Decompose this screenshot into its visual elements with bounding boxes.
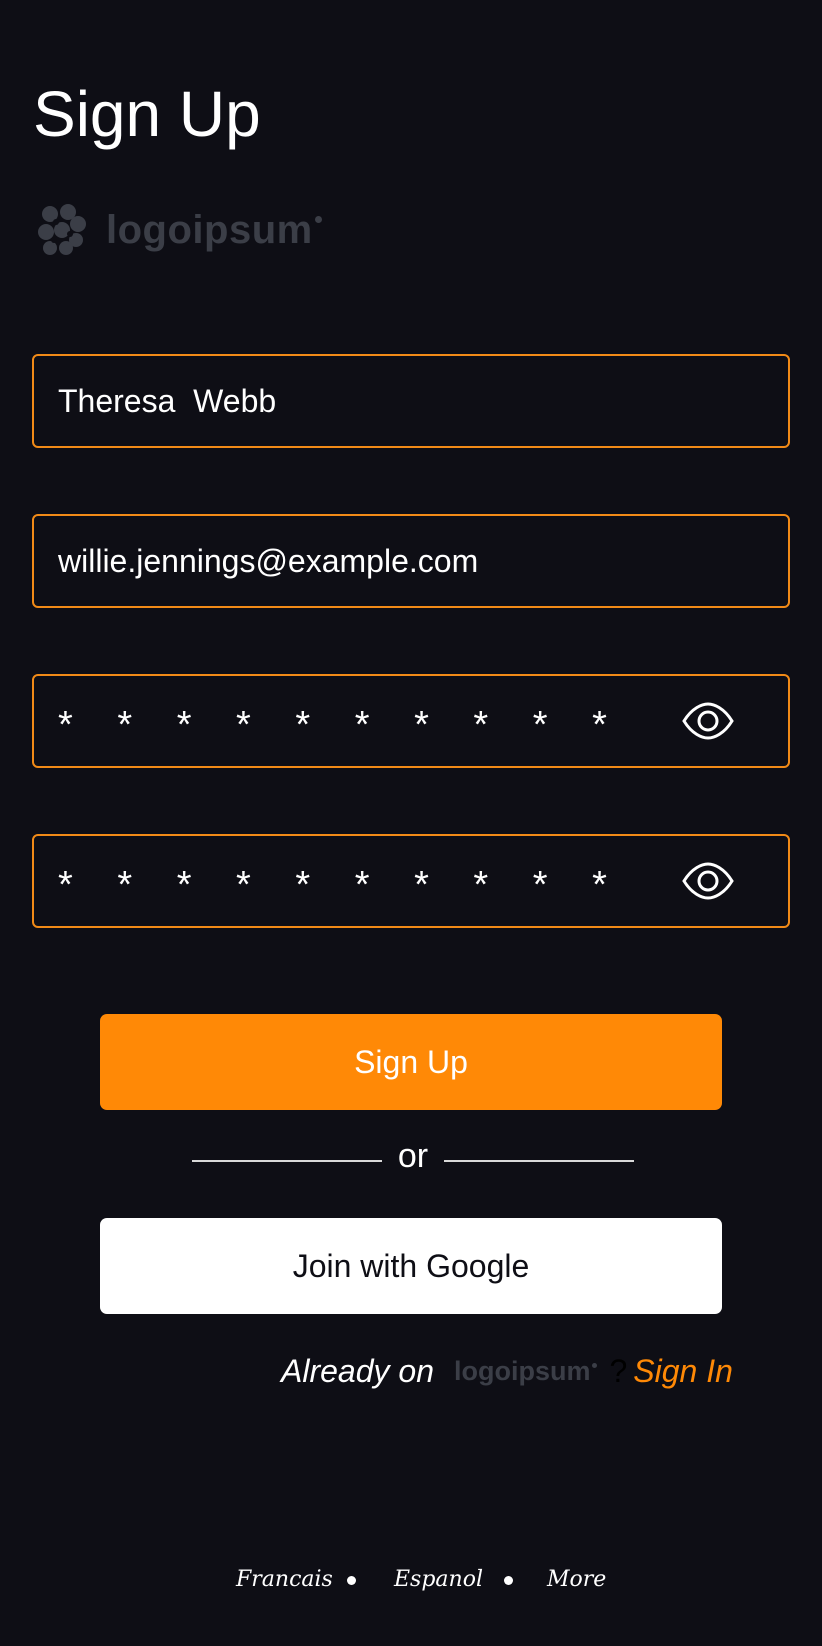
sign-in-prompt-brand-dot xyxy=(592,1362,598,1368)
email-input[interactable] xyxy=(58,516,658,606)
divider-line-right xyxy=(444,1160,634,1162)
brand-logo: logoipsum xyxy=(36,204,322,256)
footer-separator-dot xyxy=(347,1576,356,1585)
full-name-field[interactable] xyxy=(32,354,790,448)
language-footer: Francais Espanol More xyxy=(0,1562,822,1598)
divider-line-left xyxy=(192,1160,382,1162)
eye-icon[interactable] xyxy=(682,861,734,901)
sign-in-prompt-question: ? xyxy=(609,1352,628,1389)
brand-name-text: logoipsum xyxy=(106,208,313,252)
sign-up-button[interactable]: Sign Up xyxy=(100,1014,722,1110)
footer-separator-dot xyxy=(504,1576,513,1585)
page-title: Sign Up xyxy=(33,78,261,150)
language-link-more[interactable]: More xyxy=(547,1562,606,1598)
eye-icon[interactable] xyxy=(682,701,734,741)
sign-in-prompt-brand-text: logoipsum xyxy=(453,1355,591,1386)
join-with-google-button[interactable]: Join with Google xyxy=(100,1218,722,1314)
email-field[interactable] xyxy=(32,514,790,608)
sign-up-button-label: Sign Up xyxy=(354,1043,468,1080)
full-name-input[interactable] xyxy=(58,356,658,446)
logo-mark-icon xyxy=(38,204,86,255)
join-with-google-label: Join with Google xyxy=(292,1247,530,1284)
sign-in-prompt-text: Already on xyxy=(281,1352,434,1389)
sign-in-prompt: Already on logoipsum ? Sign In xyxy=(281,1346,733,1396)
divider-or: or xyxy=(397,1137,429,1175)
confirm-password-field[interactable]: * * * * * * * * * * xyxy=(32,834,790,928)
confirm-password-masked-value[interactable]: * * * * * * * * * * xyxy=(58,858,624,912)
sign-in-prompt-brand: logoipsum xyxy=(454,1356,598,1387)
brand-name: logoipsum xyxy=(106,206,322,254)
language-link-francais[interactable]: Francais xyxy=(236,1562,333,1598)
language-link-espanol[interactable]: Espanol xyxy=(394,1562,483,1598)
sign-in-link[interactable]: Sign In xyxy=(633,1353,733,1390)
password-field[interactable]: * * * * * * * * * * xyxy=(32,674,790,768)
password-masked-value[interactable]: * * * * * * * * * * xyxy=(58,698,624,752)
brand-registered-dot xyxy=(314,216,322,223)
